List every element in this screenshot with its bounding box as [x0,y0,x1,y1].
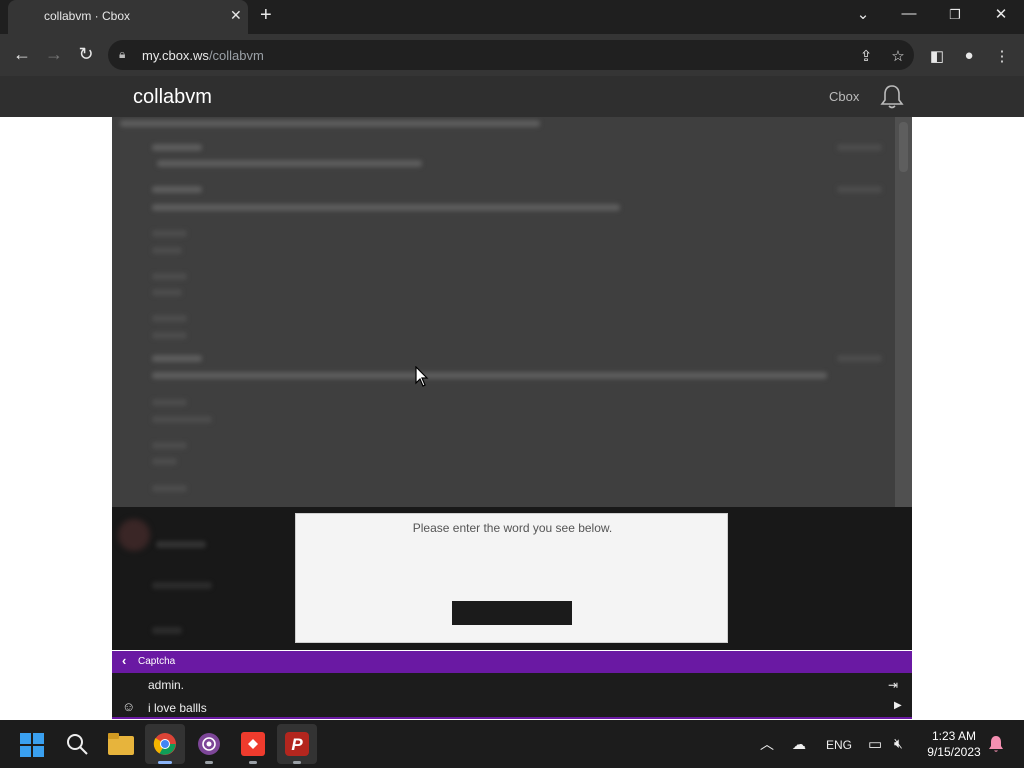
new-tab-button[interactable]: + [260,4,272,27]
lock-icon[interactable]: 🔒︎ [119,47,125,62]
active-indicator [158,761,172,764]
chat-scrollbar[interactable] [895,117,912,507]
windows-start-icon[interactable] [20,733,44,757]
page-title: collabvm [133,86,212,108]
clock-date[interactable]: 9/15/2023 [924,745,984,759]
url-text[interactable]: my.cbox.ws/collabvm [142,48,264,63]
captcha-dialog: Please enter the word you see below. [295,513,728,643]
chrome-icon[interactable] [153,732,177,756]
notification-bell-icon[interactable] [988,735,1004,753]
volume-muted-icon[interactable]: 🔇︎ [894,735,903,752]
send-icon[interactable]: ▶ [894,700,902,711]
browser-tab[interactable]: collabvm · Cbox ✕ [8,0,248,34]
name-input-row: admin. ⇥ [112,673,912,697]
captcha-label: Captcha [138,656,176,667]
svg-text:P: P [291,735,303,754]
login-icon[interactable]: ⇥ [888,678,898,692]
running-indicator [293,761,301,764]
tor-browser-icon[interactable] [197,732,221,756]
mouse-cursor-icon [415,366,429,387]
message-input-row: ☺ i love ballls ▶ [112,697,912,719]
file-explorer-icon[interactable] [108,733,134,755]
name-input[interactable]: admin. [148,678,184,692]
chat-messages [112,117,912,507]
tray-overflow-icon[interactable]: ︿ [760,734,774,754]
anydesk-icon[interactable] [241,732,265,756]
url-path: /collabvm [208,48,264,63]
captcha-image [452,601,572,625]
clock-time[interactable]: 1:23 AM [924,729,984,743]
running-indicator [205,761,213,764]
running-indicator [249,761,257,764]
message-input[interactable]: i love ballls [148,701,207,715]
search-icon[interactable] [66,733,88,755]
tab-search-icon[interactable]: ⌄ [851,5,875,23]
emoji-icon[interactable]: ☺ [122,699,135,714]
bell-icon[interactable] [880,84,904,110]
menu-kebab-icon[interactable]: ⋮ [991,47,1013,65]
restore-button[interactable]: ❐ [943,7,967,23]
side-panel-icon[interactable]: ◧ [926,47,948,65]
back-button[interactable]: ← [10,44,34,65]
share-icon[interactable]: ⇪ [855,47,877,65]
forward-button[interactable]: → [42,44,66,65]
close-tab-icon[interactable]: ✕ [230,7,242,24]
psiphon-icon[interactable]: P [285,732,309,756]
reload-button[interactable]: ↻ [74,44,98,65]
captcha-prompt: Please enter the word you see below. [412,521,613,535]
close-window-button[interactable]: ✕ [989,5,1013,23]
avatar [118,519,150,551]
onedrive-icon[interactable]: ☁ [792,736,806,753]
url-host: my.cbox.ws [142,48,209,63]
chat-scrollbar-thumb[interactable] [899,122,908,172]
bookmark-star-icon[interactable]: ☆ [887,47,909,65]
minimize-button[interactable]: — [897,5,921,22]
tab-title: collabvm · Cbox [44,9,131,23]
cbox-link[interactable]: Cbox [829,89,859,104]
network-icon[interactable]: ▭ [868,735,882,753]
chevron-left-icon[interactable]: ‹ [122,653,126,668]
profile-icon[interactable]: ● [958,47,980,64]
language-indicator[interactable]: ENG [826,738,852,752]
captcha-bar[interactable]: ‹ Captcha [112,651,912,673]
